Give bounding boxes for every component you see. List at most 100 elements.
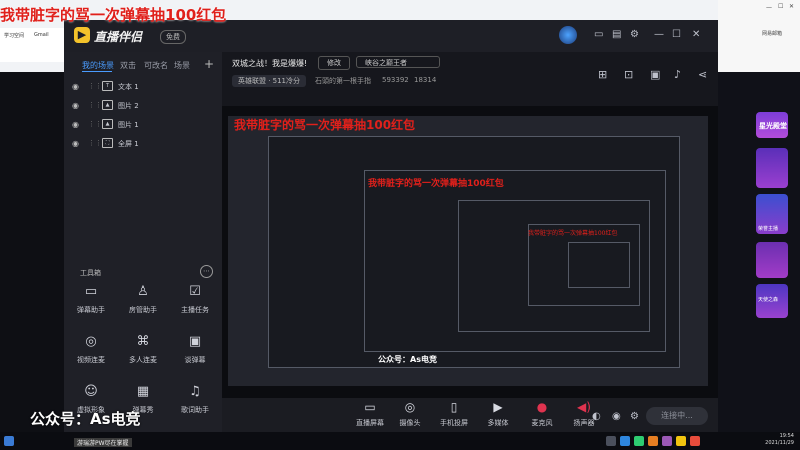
settings-icon[interactable]: ⚙ [630,411,639,422]
start-icon[interactable] [4,436,14,446]
source-label: 文本 1 [118,83,139,91]
close-icon[interactable]: ✕ [789,3,794,10]
category-field[interactable]: 峡谷之巅王者 [356,56,440,68]
source-item[interactable]: ◉ ⋮⋮ ⛶ 全屏 1 [72,137,212,151]
left-panel: 我的场景 双击 可改名 场景 + ◉ ⋮⋮ T 文本 1 ◉ ⋮⋮ ▲ 图片 2 ◉ ⋮⋮… [64,52,222,432]
lyrics-icon: ♫ [189,384,201,399]
settings-icon[interactable]: ⚙ [630,29,639,40]
drag-handle-icon[interactable]: ⋮⋮ [88,82,102,90]
taskbar-app-icon[interactable] [634,436,644,446]
close-icon[interactable]: ✕ [692,29,700,40]
live-screen-button[interactable]: ▭ 直播屏幕 [350,400,390,428]
taskbar-app-icon[interactable] [690,436,700,446]
taskbar-app-icon[interactable] [676,436,686,446]
screen-icon: ▭ [364,400,376,414]
room-type-badge[interactable]: 英雄联盟 · 511冷分 [232,75,306,87]
show-icon: ▦ [136,384,150,399]
watermark: 公众号：As电竞 [30,410,141,428]
tool-label: 主播任务 [181,306,209,314]
promo-item2: 天使之森 [758,297,779,303]
button-label: 手机投屏 [440,419,468,427]
taskbar-app-icon[interactable] [620,436,630,446]
tab-underline [82,71,112,72]
tool-lyrics-assistant[interactable]: ♫ 歌词助手 [170,384,220,415]
source-label: 图片 2 [118,102,139,110]
tab-scene[interactable]: 场景 [174,60,190,71]
beta-badge[interactable]: 免费 [160,30,186,44]
clock-date: 2021/11/29 [765,440,794,446]
add-scene-icon[interactable]: + [204,57,214,71]
eye-icon[interactable]: ◉ [72,101,79,110]
admin-icon: ♙ [137,284,149,299]
user-avatar[interactable] [559,26,577,44]
source-item[interactable]: ◉ ⋮⋮ ▲ 图片 1 [72,118,212,132]
room-id: 593392 [382,76,409,84]
main-area: 双城之战！我是爆爆! 修改 峡谷之巅王者 英雄联盟 · 511冷分 石頭的第一根… [222,52,718,432]
bell-icon[interactable]: ♪ [674,68,681,81]
edit-title-button[interactable]: 修改 [318,56,350,70]
tool-chat-danmaku[interactable]: ▣ 谈弹幕 [170,334,220,365]
media-icon: ▶ [493,400,503,414]
video-link-icon: ◎ [85,334,97,349]
tool-admin-assistant[interactable]: ♙ 房管助手 [118,284,168,315]
bookmark-3[interactable]: 网易邮箱 [762,30,782,37]
minimize-icon[interactable]: — [766,4,772,11]
source-item[interactable]: ◉ ⋮⋮ T 文本 1 [72,80,212,94]
drag-handle-icon[interactable]: ⋮⋮ [88,101,102,109]
tool-danmaku-assistant[interactable]: ▭ 弹幕助手 [66,284,116,315]
clock-time: 19:54 [779,433,794,439]
tab-my-scene[interactable]: 我的场景 [82,60,114,71]
bookmark-2[interactable]: Gmail [34,32,49,38]
image-icon: ▲ [102,119,113,129]
promo-card-3[interactable] [756,242,788,278]
chat-icon[interactable]: ▭ [594,29,603,40]
microphone-button[interactable]: ● 麦克风 [522,400,562,428]
start-live-button[interactable]: 连接中... [646,407,708,425]
maximize-icon[interactable]: ☐ [778,3,783,10]
tool-multi-link[interactable]: ⌘ 多人连麦 [118,334,168,365]
bookmark-1[interactable]: 学习空间 [4,32,24,39]
tool-label: 弹幕助手 [77,306,105,314]
tab-double-click[interactable]: 双击 [120,60,136,71]
text-icon: T [102,81,113,91]
clipboard-icon[interactable]: ▤ [612,29,621,40]
stream-preview[interactable]: 我带脏字的骂一次弹幕抽100红包 我带脏字的骂一次弹幕抽100红包 我带脏字的骂… [222,106,718,398]
taskbar-app-icon[interactable] [648,436,658,446]
lock-icon[interactable]: ⊡ [624,68,633,81]
eye-icon[interactable]: ◉ [72,139,79,148]
danmaku-banner: 我带脏字的骂一次弹幕抽100红包 [0,6,227,24]
more-icon[interactable]: ⋯ [200,265,213,278]
taskbar-clock[interactable]: 19:54 2021/11/29 [765,433,794,447]
promo-title: 星光殿堂 [759,122,787,130]
multi-link-icon: ⌘ [136,334,150,349]
promo-card-1[interactable] [756,148,788,188]
taskbar-app-icon[interactable] [662,436,672,446]
promo-item1: 荣誉主播 [758,226,779,232]
record-icon[interactable]: ◐ [592,411,601,422]
tool-video-link[interactable]: ◎ 视频连麦 [66,334,116,365]
eye-icon[interactable]: ◉ [72,82,79,91]
phone-cast-button[interactable]: ▯ 手机投屏 [434,400,474,428]
live-title[interactable]: 双城之战！我是爆爆! [232,58,307,69]
eye-icon[interactable]: ◉ [612,411,621,422]
taskbar-app-icon[interactable] [606,436,616,446]
media-button[interactable]: ▶ 多媒体 [478,400,518,428]
drag-handle-icon[interactable]: ⋮⋮ [88,139,102,147]
camera-button[interactable]: ◎ 摄像头 [390,400,430,428]
maximize-icon[interactable]: ☐ [672,29,681,40]
promo-card-4[interactable]: 天使之森 [756,284,788,318]
source-item[interactable]: ◉ ⋮⋮ ▲ 图片 2 [72,99,212,113]
minimize-icon[interactable]: — [654,29,664,40]
eye-icon[interactable]: ◉ [72,120,79,129]
room-name: 石頭的第一根手指 [315,77,371,85]
tab-rename[interactable]: 可改名 [144,60,168,71]
promo-badge[interactable]: 星光殿堂 [756,112,788,138]
tool-streamer-task[interactable]: ☑ 主播任务 [170,284,220,315]
gift-icon[interactable]: ▣ [650,68,660,81]
share-icon[interactable]: ⋖ [698,68,707,81]
drag-handle-icon[interactable]: ⋮⋮ [88,120,102,128]
source-label: 图片 1 [118,121,139,129]
grid-icon[interactable]: ⊞ [598,68,607,81]
promo-card-2[interactable]: 荣誉主播 [756,194,788,234]
toolbox-title: 工具箱 [80,269,101,277]
